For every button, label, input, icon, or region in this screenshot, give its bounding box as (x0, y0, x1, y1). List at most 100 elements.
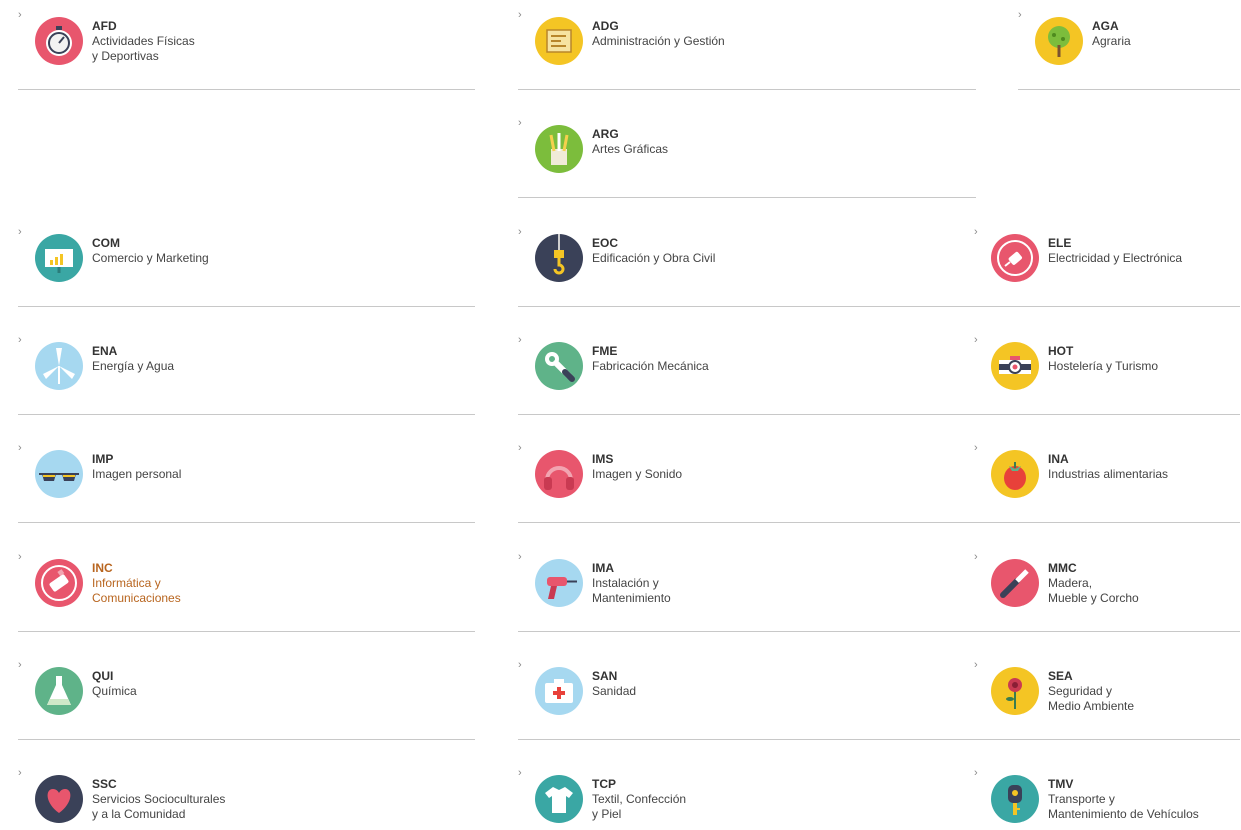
chevron-right-icon: › (518, 226, 522, 238)
family-name: Administración y Gestión (592, 34, 725, 48)
family-item-san[interactable]: › SAN Sanidad (518, 650, 976, 740)
family-name: Química (92, 684, 137, 698)
family-code: INC (92, 561, 113, 575)
family-item-afd[interactable]: › AFD Actividades Físicas y Deportivas (18, 0, 475, 90)
family-item-ssc[interactable]: › SSC Servicios Socioculturales y a la C… (18, 758, 475, 830)
wrench-icon (535, 342, 583, 390)
document-icon (535, 17, 583, 65)
family-code: QUI (92, 669, 114, 683)
chevron-right-icon: › (518, 442, 522, 454)
family-item-qui[interactable]: › QUI Química (18, 650, 475, 740)
family-name: Comercio y Marketing (92, 251, 209, 265)
family-name: Seguridad y Medio Ambiente (1048, 684, 1135, 713)
wind-turbine-icon (35, 342, 83, 390)
family-name: Hostelería y Turismo (1048, 359, 1159, 373)
chevron-right-icon: › (518, 334, 522, 346)
crane-hook-icon (535, 234, 583, 282)
family-code: ADG (592, 19, 619, 33)
drill-icon (535, 559, 583, 607)
flower-icon (991, 667, 1039, 715)
chevron-right-icon: › (18, 9, 22, 21)
chevron-right-icon: › (518, 9, 522, 21)
chevron-right-icon: › (974, 659, 978, 671)
chevron-right-icon: › (518, 551, 522, 563)
family-name: Madera, Mueble y Corcho (1048, 576, 1139, 605)
family-item-hot[interactable]: › HOT Hostelería y Turismo (974, 325, 1240, 415)
family-item-mmc[interactable]: › MMC Madera, Mueble y Corcho (974, 542, 1240, 632)
family-code: AFD (92, 19, 117, 33)
family-item-tcp[interactable]: › TCP Textil, Confección y Piel (518, 758, 976, 830)
stopwatch-icon (35, 17, 83, 65)
headphones-icon (535, 450, 583, 498)
family-code: ELE (1048, 236, 1072, 250)
chevron-right-icon: › (518, 659, 522, 671)
tomato-icon (991, 450, 1039, 498)
family-name: Transporte y Mantenimiento de Vehículos (1048, 792, 1199, 821)
family-name: Imagen y Sonido (592, 467, 683, 481)
chevron-right-icon: › (974, 334, 978, 346)
family-item-sea[interactable]: › SEA Seguridad y Medio Ambiente (974, 650, 1240, 740)
family-item-ena[interactable]: › ENA Energía y Agua (18, 325, 475, 415)
family-code: IMP (92, 452, 114, 466)
family-item-imp[interactable]: › IMP Imagen personal (18, 433, 475, 523)
family-name: Electricidad y Electrónica (1048, 251, 1183, 265)
chisel-icon (991, 559, 1039, 607)
family-item-ina[interactable]: › INA Industrias alimentarias (974, 433, 1240, 523)
family-item-ele[interactable]: › ELE Electricidad y Electrónica (974, 217, 1240, 307)
family-code: INA (1048, 452, 1069, 466)
chevron-right-icon: › (18, 551, 22, 563)
family-code: TMV (1048, 777, 1074, 791)
family-code: ARG (592, 127, 619, 141)
chevron-right-icon: › (18, 334, 22, 346)
family-code: HOT (1048, 344, 1074, 358)
family-item-ima[interactable]: › IMA Instalación y Mantenimiento (518, 542, 976, 632)
family-item-tmv[interactable]: › TMV Transporte y Mantenimiento de Vehí… (974, 758, 1240, 830)
family-code: MMC (1048, 561, 1077, 575)
family-code: COM (92, 236, 120, 250)
family-code: SSC (92, 777, 117, 791)
family-name: Fabricación Mecánica (592, 359, 709, 373)
chevron-right-icon: › (18, 226, 22, 238)
family-code: SEA (1048, 669, 1073, 683)
tree-icon (1035, 17, 1083, 65)
family-item-eoc[interactable]: › EOC Edificación y Obra Civil (518, 217, 976, 307)
chevron-right-icon: › (18, 767, 22, 779)
first-aid-kit-icon (535, 667, 583, 715)
family-item-fme[interactable]: › FME Fabricación Mecánica (518, 325, 976, 415)
family-code: TCP (592, 777, 616, 791)
chevron-right-icon: › (518, 767, 522, 779)
chevron-right-icon: › (974, 442, 978, 454)
family-name: Servicios Socioculturales y a la Comunid… (92, 792, 226, 821)
family-item-inc[interactable]: › INC Informática y Comunicaciones (18, 542, 475, 632)
family-item-ims[interactable]: › IMS Imagen y Sonido (518, 433, 976, 523)
family-name: Artes Gráficas (592, 142, 669, 156)
family-name: Agraria (1092, 34, 1131, 48)
family-code: SAN (592, 669, 618, 683)
family-name: Informática y Comunicaciones (92, 576, 181, 605)
usb-drive-icon (35, 559, 83, 607)
tshirt-icon (535, 775, 583, 823)
plug-icon (991, 234, 1039, 282)
sunglasses-icon (35, 450, 83, 498)
family-name: Imagen personal (92, 467, 182, 481)
family-item-arg[interactable]: › ARG Artes Gráficas (518, 108, 976, 198)
family-item-com[interactable]: › COM Comercio y Marketing (18, 217, 475, 307)
family-item-aga[interactable]: › AGA Agraria (1018, 0, 1240, 90)
chevron-right-icon: › (974, 551, 978, 563)
chevron-right-icon: › (18, 659, 22, 671)
chevron-right-icon: › (974, 226, 978, 238)
family-code: IMA (592, 561, 614, 575)
chart-board-icon (35, 234, 83, 282)
camera-icon (991, 342, 1039, 390)
car-key-icon (991, 775, 1039, 823)
chevron-right-icon: › (18, 442, 22, 454)
family-code: AGA (1092, 19, 1119, 33)
family-code: IMS (592, 452, 614, 466)
family-item-adg[interactable]: › ADG Administración y Gestión (518, 0, 976, 90)
family-name: Energía y Agua (92, 359, 175, 373)
chevron-right-icon: › (1018, 9, 1022, 21)
family-name: Industrias alimentarias (1048, 467, 1169, 481)
chevron-right-icon: › (974, 767, 978, 779)
family-code: ENA (92, 344, 118, 358)
family-name: Actividades Físicas y Deportivas (92, 34, 195, 63)
